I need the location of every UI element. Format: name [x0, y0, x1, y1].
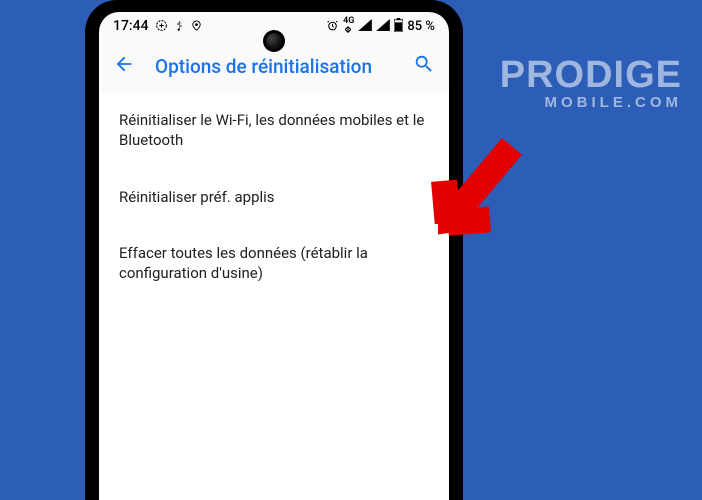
network-4g-icon: 4G: [343, 17, 354, 36]
search-button[interactable]: [413, 53, 435, 79]
signal-icon-2: [376, 19, 390, 33]
usb-icon: [174, 19, 185, 34]
status-time: 17:44: [113, 18, 149, 34]
camera-notch: [263, 30, 285, 52]
highlight-arrow-icon: [377, 110, 557, 294]
watermark: PRODIGE MOBILE.COM: [500, 58, 682, 111]
network-type-label: 4G: [343, 16, 354, 26]
page-title: Options de réinitialisation: [155, 55, 393, 78]
alarm-icon: [326, 19, 339, 34]
watermark-brand: PRODIGE: [500, 58, 682, 92]
status-left: 17:44: [113, 18, 202, 34]
battery-icon: [394, 18, 403, 34]
back-button[interactable]: [113, 53, 135, 79]
battery-percent: 85 %: [407, 19, 435, 34]
data-saver-icon: [155, 19, 168, 34]
signal-icon-1: [358, 19, 372, 33]
status-right: 4G 85 %: [326, 17, 435, 36]
watermark-sub: MOBILE.COM: [500, 94, 682, 111]
location-icon: [191, 19, 202, 34]
